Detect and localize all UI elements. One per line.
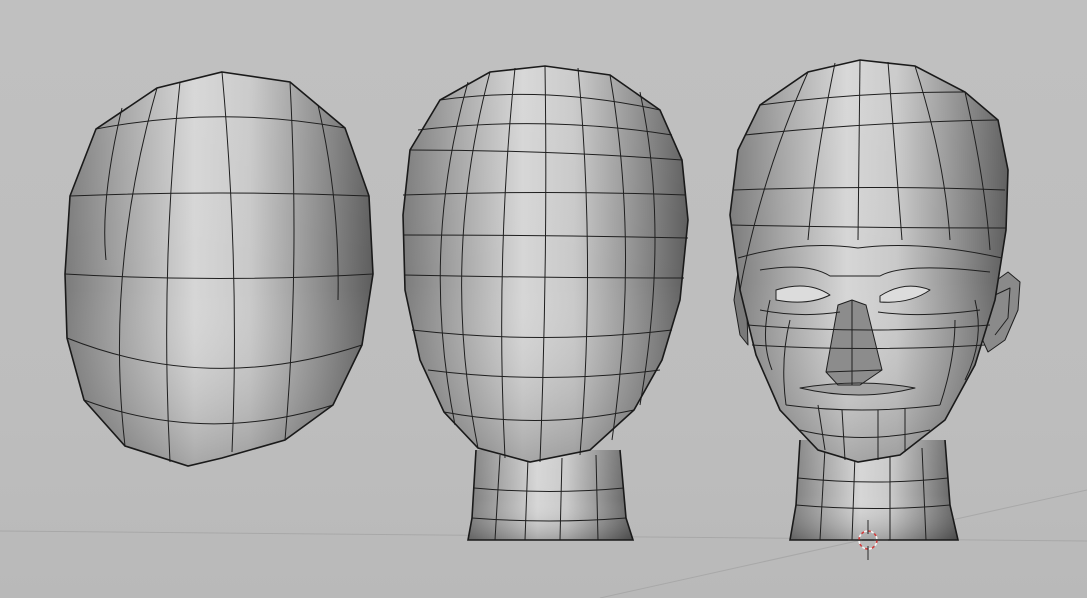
viewport-canvas[interactable]	[0, 0, 1087, 598]
head-blockout[interactable]	[64, 71, 374, 467]
3d-viewport[interactable]	[0, 0, 1087, 598]
head-refined[interactable]	[402, 65, 689, 541]
head-detailed[interactable]	[729, 59, 1021, 541]
